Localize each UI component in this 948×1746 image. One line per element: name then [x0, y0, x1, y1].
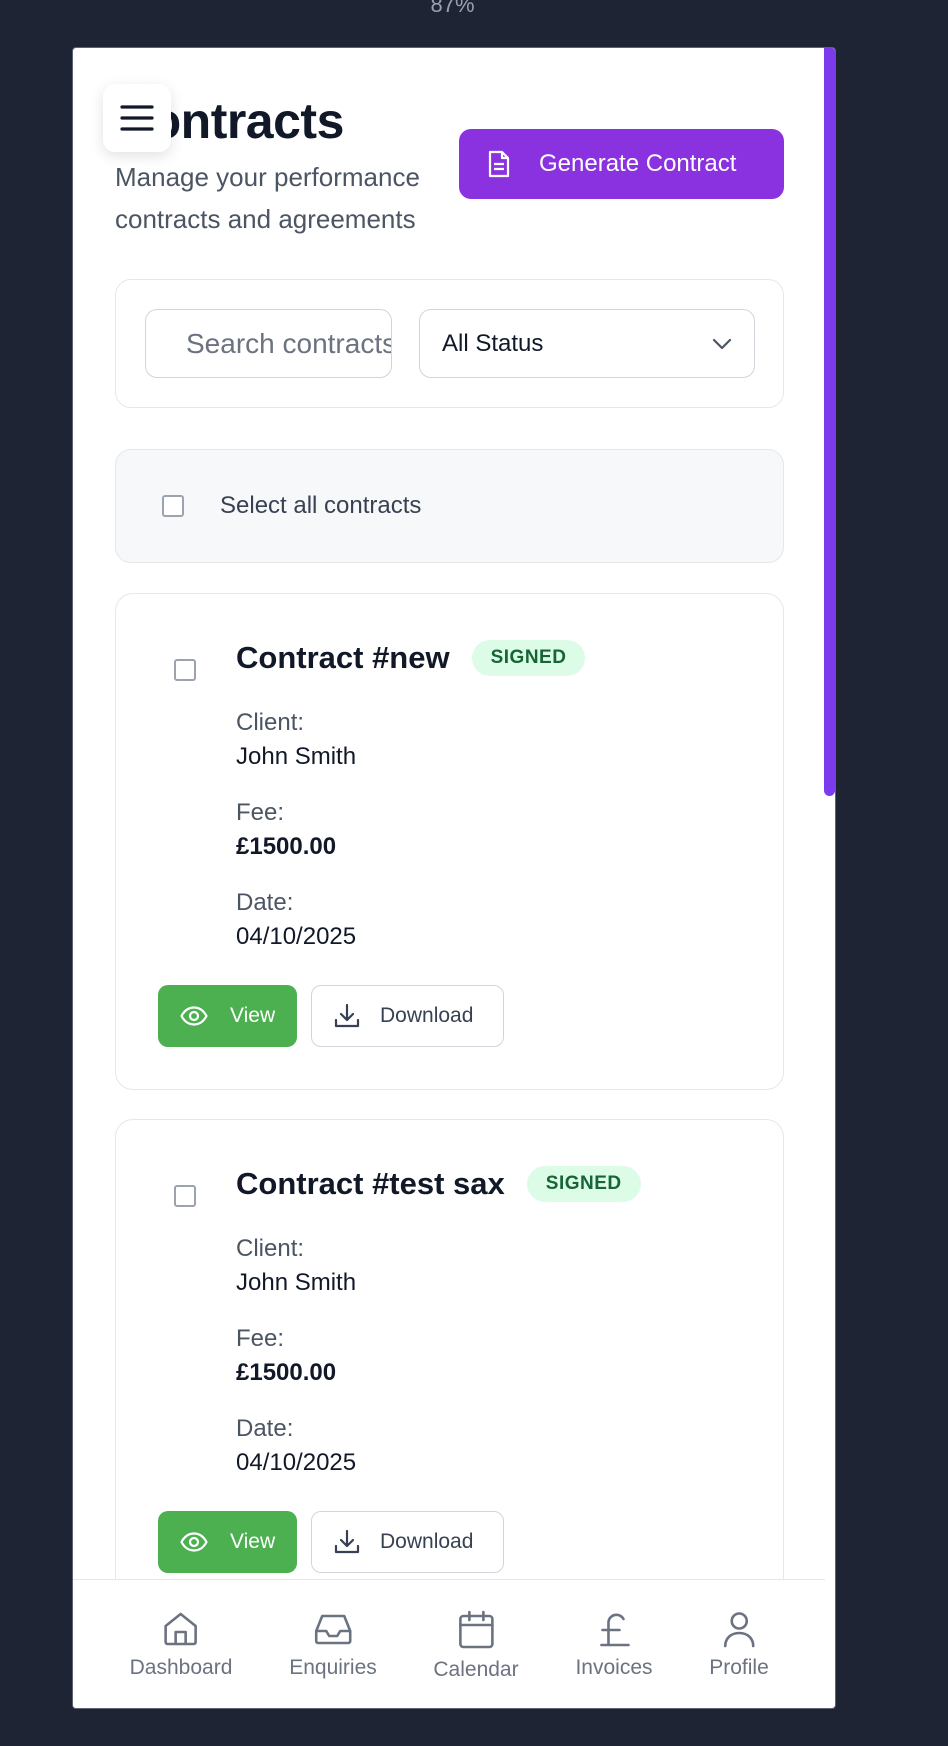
contract-title: Contract #new [236, 640, 450, 675]
date-value: 04/10/2025 [236, 923, 357, 950]
date-value: 04/10/2025 [236, 1449, 357, 1476]
download-label: Download [380, 1004, 474, 1027]
generate-contract-button[interactable]: Generate Contract [459, 129, 784, 199]
user-icon [723, 1612, 755, 1648]
client-field: Client: John Smith [236, 706, 356, 774]
contract-card: Contract #new SIGNED Client: John Smith … [115, 593, 784, 1090]
client-value: John Smith [236, 743, 357, 770]
fee-value: £1500.00 [236, 833, 337, 860]
date-label: Date: [236, 1415, 294, 1442]
contract-title: Contract #test sax [236, 1166, 505, 1201]
status-filter-value: All Status [442, 329, 544, 357]
download-label: Download [380, 1530, 474, 1553]
contract-checkbox[interactable] [174, 659, 196, 681]
status-badge: SIGNED [526, 1166, 641, 1202]
nav-item-enquiries[interactable]: Enquiries [289, 1610, 377, 1680]
nav-label: Dashboard [129, 1656, 233, 1679]
view-button[interactable]: View [158, 1511, 297, 1573]
eye-icon [180, 1006, 208, 1026]
menu-button[interactable] [103, 84, 171, 152]
search-placeholder: Search contracts... [186, 327, 391, 359]
download-button[interactable]: Download [311, 1511, 504, 1573]
select-all-checkbox[interactable] [162, 495, 184, 517]
fee-label: Fee: [236, 1325, 285, 1352]
nav-label: Calendar [433, 1658, 519, 1681]
hamburger-icon [120, 105, 154, 131]
date-label: Date: [236, 889, 294, 916]
chevron-down-icon [712, 338, 732, 349]
scrollbar[interactable] [824, 48, 835, 796]
download-icon [334, 1003, 360, 1029]
view-label: View [230, 1530, 276, 1553]
nav-item-invoices[interactable]: Invoices [575, 1610, 653, 1680]
pound-icon [599, 1613, 630, 1647]
nav-item-dashboard[interactable]: Dashboard [129, 1610, 233, 1680]
select-all-row[interactable]: Select all contracts [115, 449, 784, 563]
client-field: Client: John Smith [236, 1232, 356, 1300]
home-icon [164, 1612, 198, 1646]
client-value: John Smith [236, 1269, 357, 1296]
filter-panel: Search contracts... All Status [115, 279, 784, 408]
zoom-level: 87% [430, 0, 475, 17]
inbox-icon [314, 1614, 352, 1645]
date-field: Date: 04/10/2025 [236, 886, 356, 954]
select-all-label: Select all contracts [220, 492, 422, 519]
fee-field: Fee: £1500.00 [236, 796, 336, 864]
download-button[interactable]: Download [311, 985, 504, 1047]
date-field: Date: 04/10/2025 [236, 1412, 356, 1480]
contract-card: Contract #test sax SIGNED Client: John S… [115, 1119, 784, 1616]
bottom-navigation: Dashboard Enquiries Calendar Invoices Pr… [73, 1579, 825, 1708]
download-icon [334, 1529, 360, 1555]
view-label: View [230, 1004, 276, 1027]
nav-label: Invoices [575, 1656, 653, 1679]
contract-checkbox[interactable] [174, 1185, 196, 1207]
status-badge: SIGNED [471, 640, 586, 676]
view-button[interactable]: View [158, 985, 297, 1047]
nav-item-profile[interactable]: Profile [709, 1610, 769, 1680]
search-input[interactable]: Search contracts... [145, 309, 392, 378]
generate-contract-label: Generate Contract [539, 150, 737, 177]
app-viewport: Contracts Manage your performance contra… [72, 47, 836, 1709]
calendar-icon [458, 1610, 494, 1649]
eye-icon [180, 1532, 208, 1552]
status-filter-select[interactable]: All Status [419, 309, 755, 378]
nav-label: Profile [709, 1656, 769, 1679]
fee-value: £1500.00 [236, 1359, 337, 1386]
nav-item-calendar[interactable]: Calendar [433, 1610, 519, 1682]
fee-label: Fee: [236, 799, 285, 826]
document-icon [487, 150, 511, 178]
client-label: Client: [236, 1235, 305, 1262]
fee-field: Fee: £1500.00 [236, 1322, 336, 1390]
page-subtitle: Manage your performance contracts and ag… [115, 162, 420, 234]
client-label: Client: [236, 709, 305, 736]
nav-label: Enquiries [289, 1656, 377, 1679]
